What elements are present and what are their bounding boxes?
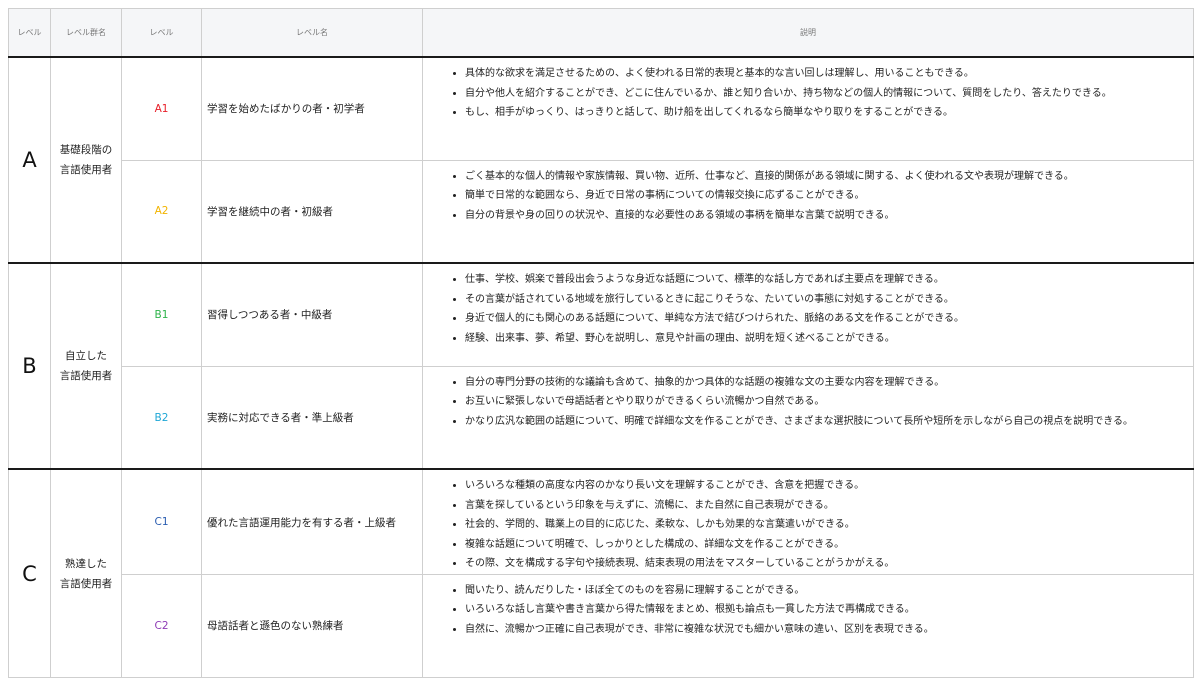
level-name: 学習を継続中の者・初級者: [201, 159, 423, 264]
group-name-line2: 言語使用者: [59, 577, 113, 590]
level-name: 学習を始めたばかりの者・初学者: [201, 55, 423, 161]
level-description: 仕事、学校、娯楽で普段出会うような身近な話題について、標準的な話し方であれば主要…: [422, 262, 1194, 367]
level-description: いろいろな種類の高度な内容のかなり長い文を理解することができ、含意を把握できる。…: [422, 468, 1194, 575]
level-code: B1: [121, 262, 202, 367]
level-description: 具体的な欲求を満足させるための、よく使われる日常的表現と基本的な言い回しは理解し…: [422, 55, 1194, 161]
level-description: 自分の専門分野の技術的な議論も含めて、抽象的かつ具体的な話題の複雑な文の主要な内…: [422, 365, 1194, 470]
group-name: 基礎段階の 言語使用者: [50, 55, 122, 264]
description-list: 自分の専門分野の技術的な議論も含めて、抽象的かつ具体的な話題の複雑な文の主要な内…: [423, 367, 1193, 432]
level-name: 母語話者と遜色のない熟練者: [201, 573, 423, 679]
description-item: 身近で個人的にも関心のある話題について、単純な方法で結びつけられた、脈絡のある文…: [465, 309, 1193, 329]
level-code: A1: [121, 55, 202, 161]
group-letter: B: [8, 262, 51, 470]
group-letter: A: [8, 55, 51, 264]
level-code: C2: [121, 573, 202, 679]
description-item: 複雑な話題について明確で、しっかりとした構成の、詳細な文を作ることができる。: [465, 535, 1193, 555]
description-item: お互いに緊張しないで母語話者とやり取りができるくらい流暢かつ自然である。: [465, 392, 1193, 412]
description-item: いろいろな種類の高度な内容のかなり長い文を理解することができ、含意を把握できる。: [465, 476, 1193, 496]
description-list: 仕事、学校、娯楽で普段出会うような身近な話題について、標準的な話し方であれば主要…: [423, 264, 1193, 348]
group-name: 熟達した 言語使用者: [50, 468, 122, 679]
description-item: 仕事、学校、娯楽で普段出会うような身近な話題について、標準的な話し方であれば主要…: [465, 270, 1193, 290]
table-header-row: レベル レベル群名 レベル レベル名 説明: [8, 8, 1194, 58]
description-item: 聞いたり、読んだりした・ほぼ全てのものを容易に理解することができる。: [465, 581, 1193, 601]
group-name-line1: 基礎段階の: [59, 144, 113, 157]
cefr-levels-table: レベル レベル群名 レベル レベル名 説明 A 基礎段階の 言語使用者 A1 学…: [8, 8, 1194, 679]
table-row: A2 学習を継続中の者・初級者 ごく基本的な個人的情報や家族情報、買い物、近所、…: [9, 159, 1194, 264]
table-row: C2 母語話者と遜色のない熟練者 聞いたり、読んだりした・ほぼ全てのものを容易に…: [9, 573, 1194, 679]
group-name-line2: 言語使用者: [59, 164, 113, 177]
description-list: いろいろな種類の高度な内容のかなり長い文を理解することができ、含意を把握できる。…: [423, 470, 1193, 574]
level-code: A2: [121, 159, 202, 264]
description-item: もし、相手がゆっくり、はっきりと話して、助け船を出してくれるなら簡単なやり取りを…: [465, 103, 1193, 123]
description-item: その際、文を構成する字句や接続表現、結束表現の用法をマスターしていることがうかが…: [465, 554, 1193, 574]
level-code: C1: [121, 468, 202, 575]
description-list: 聞いたり、読んだりした・ほぼ全てのものを容易に理解することができる。いろいろな話…: [423, 575, 1193, 640]
description-item: 自分の専門分野の技術的な議論も含めて、抽象的かつ具体的な話題の複雑な文の主要な内…: [465, 373, 1193, 393]
description-list: 具体的な欲求を満足させるための、よく使われる日常的表現と基本的な言い回しは理解し…: [423, 58, 1193, 123]
description-list: ごく基本的な個人的情報や家族情報、買い物、近所、仕事など、直接的関係がある領域に…: [423, 161, 1193, 226]
group-name: 自立した 言語使用者: [50, 262, 122, 470]
header-sublevel: レベル: [121, 8, 202, 58]
header-group-name: レベル群名: [50, 8, 122, 58]
description-item: 自然に、流暢かつ正確に自己表現ができ、非常に複雑な状況でも細かい意味の違い、区別…: [465, 620, 1193, 640]
description-item: ごく基本的な個人的情報や家族情報、買い物、近所、仕事など、直接的関係がある領域に…: [465, 167, 1193, 187]
description-item: 社会的、学問的、職業上の目的に応じた、柔軟な、しかも効果的な言葉遣いができる。: [465, 515, 1193, 535]
description-item: その言葉が話されている地域を旅行しているときに起こりそうな、たいていの事態に対処…: [465, 290, 1193, 310]
header-description: 説明: [422, 8, 1194, 58]
level-name: 習得しつつある者・中級者: [201, 262, 423, 367]
level-description: 聞いたり、読んだりした・ほぼ全てのものを容易に理解することができる。いろいろな話…: [422, 573, 1194, 679]
group-name-line1: 熟達した: [65, 557, 107, 570]
description-item: 自分や他人を紹介することができ、どこに住んでいるか、誰と知り合いか、持ち物などの…: [465, 84, 1193, 104]
header-level: レベル: [8, 8, 51, 58]
description-item: 具体的な欲求を満足させるための、よく使われる日常的表現と基本的な言い回しは理解し…: [465, 64, 1193, 84]
description-item: 自分の背景や身の回りの状況や、直接的な必要性のある領域の事柄を簡単な言葉で説明で…: [465, 206, 1193, 226]
header-level-name: レベル名: [201, 8, 423, 58]
table-body: A 基礎段階の 言語使用者 A1 学習を始めたばかりの者・初学者 具体的な欲求を…: [8, 55, 1194, 679]
level-name: 優れた言語運用能力を有する者・上級者: [201, 468, 423, 575]
table-row: C 熟達した 言語使用者 C1 優れた言語運用能力を有する者・上級者 いろいろな…: [8, 468, 1194, 679]
description-item: かなり広汎な範囲の話題について、明確で詳細な文を作ることができ、さまざまな選択肢…: [465, 412, 1193, 432]
group-letter: C: [8, 468, 51, 679]
description-item: 経験、出来事、夢、希望、野心を説明し、意見や計画の理由、説明を短く述べることがで…: [465, 329, 1193, 349]
description-item: 簡単で日常的な範囲なら、身近で日常の事柄についての情報交換に応ずることができる。: [465, 186, 1193, 206]
level-description: ごく基本的な個人的情報や家族情報、買い物、近所、仕事など、直接的関係がある領域に…: [422, 159, 1194, 264]
description-item: いろいろな話し言葉や書き言葉から得た情報をまとめ、根拠も論点も一貫した方法で再構…: [465, 600, 1193, 620]
group-name-line1: 自立した: [65, 350, 107, 363]
level-code: B2: [121, 365, 202, 470]
level-name: 実務に対応できる者・準上級者: [201, 365, 423, 470]
table-row: B2 実務に対応できる者・準上級者 自分の専門分野の技術的な議論も含めて、抽象的…: [9, 365, 1194, 470]
description-item: 言葉を探しているという印象を与えずに、流暢に、また自然に自己表現ができる。: [465, 496, 1193, 516]
table-row: A 基礎段階の 言語使用者 A1 学習を始めたばかりの者・初学者 具体的な欲求を…: [8, 55, 1194, 264]
table-row: B 自立した 言語使用者 B1 習得しつつある者・中級者 仕事、学校、娯楽で普段…: [8, 262, 1194, 470]
group-name-line2: 言語使用者: [59, 370, 113, 383]
